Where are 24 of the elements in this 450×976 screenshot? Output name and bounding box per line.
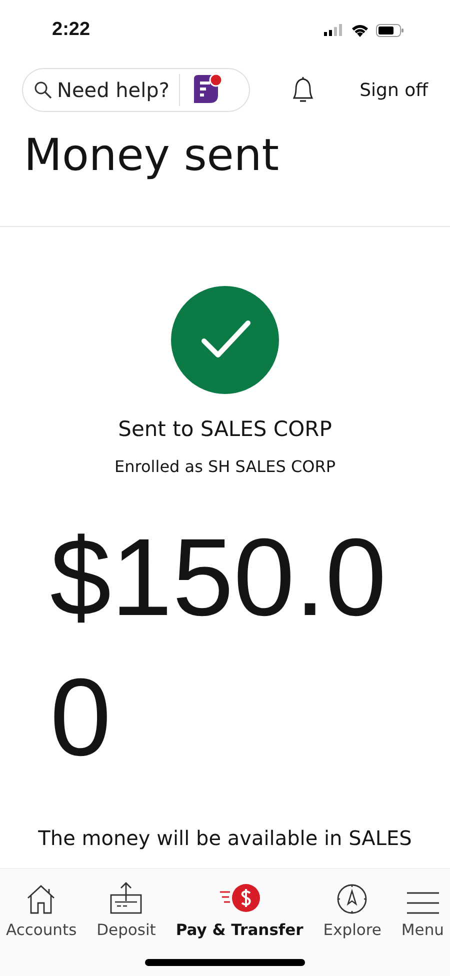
search-field[interactable]: Need help? — [22, 68, 250, 112]
battery-icon — [376, 24, 404, 36]
search-input[interactable]: Need help? — [57, 78, 171, 102]
amount-text: $150.00 — [50, 515, 388, 781]
signal-icon — [324, 24, 344, 36]
success-check-icon — [171, 286, 279, 394]
menu-icon — [406, 891, 440, 915]
availability-message: The money will be available in SALES — [37, 825, 413, 852]
pay-tab[interactable]: Pay & Transfer — [176, 877, 304, 939]
enrolled-text: Enrolled as SH SALES CORP — [114, 457, 336, 476]
wifi-icon — [351, 24, 369, 36]
deposit-icon — [109, 881, 144, 915]
deposit-tab[interactable]: Deposit — [96, 877, 156, 939]
status-time: 2:22 — [52, 19, 90, 41]
search-icon — [33, 80, 53, 100]
menu-tab[interactable]: Menu — [401, 877, 444, 939]
notification-bell-icon[interactable] — [290, 75, 316, 105]
recipient-text: Sent to SALES CORP — [118, 417, 332, 441]
compass-icon — [336, 883, 368, 915]
dollar-icon — [218, 883, 262, 915]
page-title: Money sent — [24, 129, 280, 183]
home-tab[interactable]: Accounts — [6, 877, 77, 939]
explore-tab[interactable]: Explore — [323, 877, 382, 939]
sign-off-link[interactable]: Sign off — [360, 80, 428, 100]
